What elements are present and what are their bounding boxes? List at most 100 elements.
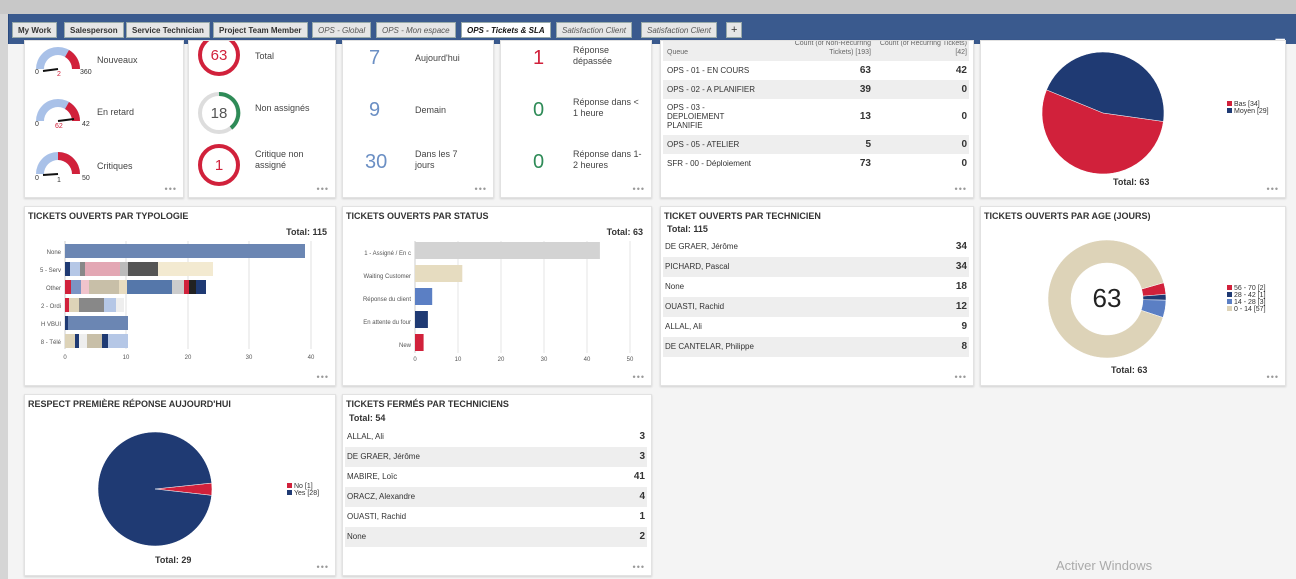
gauge-2-value: 62 xyxy=(55,123,63,130)
queue-panel: Queue Count (of Non-Recurring Tickets) [… xyxy=(660,40,974,198)
bar-segment xyxy=(81,280,89,294)
tab-salesperson[interactable]: Salesperson xyxy=(64,22,124,38)
bar-segment xyxy=(120,262,128,276)
typologie-title: TICKETS OUVERTS PAR TYPOLOGIE xyxy=(28,211,189,221)
legend-item: 14 - 28 [3] xyxy=(1227,299,1266,306)
queue-col-queue[interactable]: Queue xyxy=(667,49,688,56)
technicien-row[interactable]: DE CANTELAR, Philippe 8 xyxy=(663,337,969,357)
age-panel: TICKETS OUVERTS PAR AGE (JOURS) 63 56 - … xyxy=(980,206,1286,386)
due-today-label: Aujourd'hui xyxy=(415,53,460,63)
bar-segment xyxy=(79,298,104,312)
fermes-row[interactable]: ORACZ, Alexandre 4 xyxy=(345,487,647,507)
tab-satisfaction-client-1[interactable]: Satisfaction Client xyxy=(556,22,633,38)
technicien-total: Total: 115 xyxy=(667,224,708,234)
sla-1h-label: Réponse dans < 1 heure xyxy=(573,97,639,118)
sla-2h-value: 0 xyxy=(533,151,545,173)
panel-menu-icon[interactable]: ••• xyxy=(1267,372,1279,382)
technicien-row[interactable]: PICHARD, Pascal 34 xyxy=(663,257,969,277)
panel-menu-icon[interactable]: ••• xyxy=(633,184,645,194)
status-tick: 10 xyxy=(455,357,462,361)
typologie-tick: 10 xyxy=(123,355,130,361)
priority-pie-panel: Bas [34] Moyen [29] Total: 63 ••• xyxy=(980,40,1286,198)
bar-segment xyxy=(127,280,172,294)
panel-menu-icon[interactable]: ••• xyxy=(633,372,645,382)
typologie-bar-none xyxy=(65,244,305,258)
tab-service-technician[interactable]: Service Technician xyxy=(126,22,210,38)
bar-segment xyxy=(87,334,102,348)
status-title: TICKETS OUVERTS PAR STATUS xyxy=(346,211,489,221)
queue-col-nonrecurring[interactable]: Count (of Non-Recurring Tickets) [193] xyxy=(771,41,871,57)
technicien-row[interactable]: OUASTI, Rachid 12 xyxy=(663,297,969,317)
bar-segment xyxy=(189,280,196,294)
queue-col-recurring[interactable]: Count (of Recurring Tickets) [42] xyxy=(875,41,967,57)
panel-menu-icon[interactable]: ••• xyxy=(1267,184,1279,194)
status-total: Total: 63 xyxy=(606,227,643,237)
due-7days-value: 30 xyxy=(365,151,388,173)
sla-overdue-value: 1 xyxy=(533,47,545,69)
age-center-value: 63 xyxy=(1092,283,1122,313)
fermes-total: Total: 54 xyxy=(349,413,386,423)
legend-item: Moyen [29] xyxy=(1227,108,1269,115)
fermes-row[interactable]: ALLAL, Ali 3 xyxy=(345,427,647,447)
panel-menu-icon[interactable]: ••• xyxy=(317,184,329,194)
queue-row[interactable]: OPS - 03 - DEPLOIEMENT PLANIFIE 13 0 xyxy=(663,99,969,135)
gauge-3-min: 0 xyxy=(35,175,39,182)
queue-row[interactable]: OPS - 02 - A PLANIFIER 39 0 xyxy=(663,80,969,99)
ring-non-assignes-value: 18 xyxy=(210,105,228,122)
due-today-value: 7 xyxy=(369,47,381,69)
panel-menu-icon[interactable]: ••• xyxy=(317,372,329,382)
legend-swatch xyxy=(1227,101,1232,106)
panel-menu-icon[interactable]: ••• xyxy=(955,372,967,382)
bar-segment xyxy=(80,262,85,276)
panel-menu-icon[interactable]: ••• xyxy=(165,184,177,194)
typologie-cat-label: 2 - Ordi xyxy=(41,304,61,310)
technicien-panel: TICKET OUVERTS PAR TECHNICIEN Total: 115… xyxy=(660,206,974,386)
tab-ops-global[interactable]: OPS - Global xyxy=(312,22,372,38)
queue-row[interactable]: OPS - 05 - ATELIER 5 0 xyxy=(663,135,969,154)
technicien-row[interactable]: ALLAL, Ali 9 xyxy=(663,317,969,337)
tab-satisfaction-client-2[interactable]: Satisfaction Client xyxy=(641,22,718,38)
tab-project-team-member[interactable]: Project Team Member xyxy=(213,22,308,38)
tab-my-work[interactable]: My Work xyxy=(12,22,58,38)
fermes-row[interactable]: DE GRAER, Jérôme 3 xyxy=(345,447,647,467)
gauge-3-red-arc xyxy=(58,152,80,174)
typologie-tick: 0 xyxy=(63,355,67,361)
bar-segment xyxy=(184,280,189,294)
status-cat-label: Réponse du client xyxy=(363,297,411,303)
queue-row[interactable]: SFR - 00 - Déploiement 73 0 xyxy=(663,154,969,173)
legend-item: Bas [34] xyxy=(1227,101,1269,108)
fermes-row[interactable]: None 2 xyxy=(345,527,647,547)
add-tab-button[interactable]: + xyxy=(726,22,743,38)
status-bar xyxy=(415,311,428,328)
status-cat-label: Waiting Customer xyxy=(364,274,411,280)
status-cat-label: New xyxy=(399,343,412,349)
technicien-row[interactable]: None 18 xyxy=(663,277,969,297)
respect-legend: No [1] Yes [28] xyxy=(287,483,319,497)
due-panel: 7 Aujourd'hui 9 Demain 30 Dans les 7 jou… xyxy=(342,40,494,198)
fermes-row[interactable]: MABIRE, Loïc 41 xyxy=(345,467,647,487)
tab-ops-mon-espace[interactable]: OPS - Mon espace xyxy=(376,22,456,38)
typologie-panel: TICKETS OUVERTS PAR TYPOLOGIE Total: 115… xyxy=(24,206,336,386)
typologie-bar-ordi xyxy=(65,298,124,312)
panel-menu-icon[interactable]: ••• xyxy=(955,184,967,194)
typologie-cat-label: 5 - Serv xyxy=(40,268,61,274)
bar-segment xyxy=(70,262,80,276)
gauge-3-label: Critiques xyxy=(97,161,133,171)
bar-segment xyxy=(71,280,81,294)
legend-swatch xyxy=(1227,299,1232,304)
status-bar xyxy=(415,265,463,282)
legend-item: 0 - 14 [57] xyxy=(1227,306,1266,313)
tab-ops-tickets-sla[interactable]: OPS - Tickets & SLA xyxy=(461,22,551,38)
gauge-3-max: 50 xyxy=(82,175,90,182)
fermes-row[interactable]: OUASTI, Rachid 1 xyxy=(345,507,647,527)
technicien-row[interactable]: DE GRAER, Jérôme 34 xyxy=(663,237,969,257)
status-bar xyxy=(415,288,433,305)
panel-menu-icon[interactable]: ••• xyxy=(317,562,329,572)
queue-row[interactable]: OPS - 01 - EN COURS 63 42 xyxy=(663,61,969,80)
bar-segment xyxy=(65,316,68,330)
legend-item: No [1] xyxy=(287,483,319,490)
bar-segment xyxy=(68,316,128,330)
panel-menu-icon[interactable]: ••• xyxy=(633,562,645,572)
fermes-title: TICKETS FERMÉS PAR TECHNICIENS xyxy=(346,399,509,409)
panel-menu-icon[interactable]: ••• xyxy=(475,184,487,194)
